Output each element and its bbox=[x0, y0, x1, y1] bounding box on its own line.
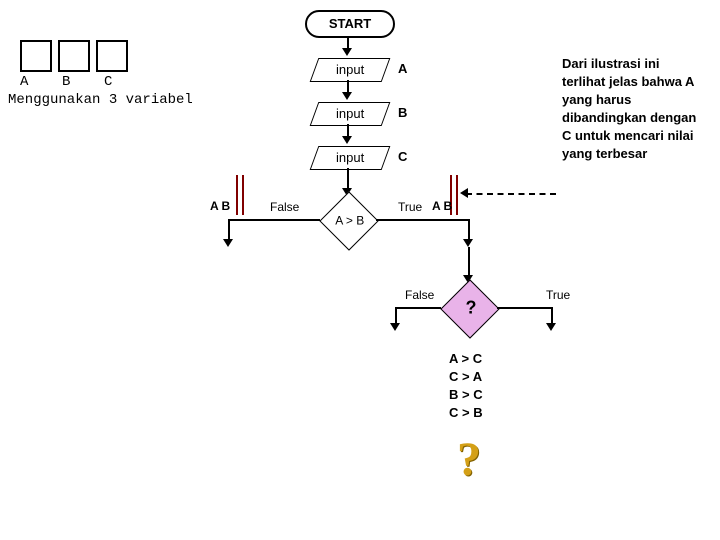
arrow-down-icon bbox=[463, 239, 473, 247]
false-label-2: False bbox=[405, 288, 434, 302]
arrow-down-icon bbox=[223, 239, 233, 247]
question-symbol: ? bbox=[451, 297, 491, 318]
arrow-down-icon bbox=[390, 323, 400, 331]
decision-question: ? bbox=[440, 279, 499, 338]
input-label: input bbox=[336, 59, 364, 81]
var-box-b bbox=[58, 40, 90, 72]
input-c-node: input bbox=[310, 146, 391, 170]
connector bbox=[347, 168, 349, 190]
var-caption: Menggunakan 3 variabel bbox=[8, 92, 193, 108]
input-a-node: input bbox=[310, 58, 391, 82]
input-b-var: B bbox=[398, 105, 407, 120]
false-label: False bbox=[270, 200, 299, 214]
connector bbox=[376, 219, 470, 221]
input-label: input bbox=[336, 103, 364, 125]
start-label: START bbox=[329, 16, 371, 31]
connector bbox=[468, 247, 470, 277]
bar-icon bbox=[236, 175, 238, 215]
illustration-note: Dari ilustrasi ini terlihat jelas bahwa … bbox=[562, 55, 702, 163]
input-c-var: C bbox=[398, 149, 407, 164]
connector bbox=[395, 307, 441, 309]
input-a-var: A bbox=[398, 61, 407, 76]
var-labels: A B C bbox=[20, 74, 112, 90]
arrow-down-icon bbox=[342, 92, 352, 100]
connector bbox=[228, 219, 230, 241]
true-label-2: True bbox=[546, 288, 570, 302]
compare-item: C > A bbox=[449, 368, 483, 386]
big-question-icon: ? bbox=[457, 432, 481, 487]
var-box-a bbox=[20, 40, 52, 72]
var-box-c bbox=[96, 40, 128, 72]
connector bbox=[497, 307, 553, 309]
arrow-down-icon bbox=[342, 136, 352, 144]
arrow-down-icon bbox=[342, 48, 352, 56]
dashed-connector bbox=[466, 193, 556, 195]
arrow-down-icon bbox=[546, 323, 556, 331]
ab-mark-right: A B bbox=[432, 199, 452, 213]
compare-item: B > C bbox=[449, 386, 483, 404]
arrow-left-icon bbox=[460, 188, 468, 198]
ab-mark-left: A B bbox=[210, 199, 230, 213]
compare-item: A > C bbox=[449, 350, 483, 368]
connector bbox=[228, 219, 320, 221]
compare-list: A > C C > A B > C C > B bbox=[449, 350, 483, 422]
compare-item: C > B bbox=[449, 404, 483, 422]
input-b-node: input bbox=[310, 102, 391, 126]
true-label: True bbox=[398, 200, 422, 214]
decision-a-gt-b: A > B bbox=[319, 191, 378, 250]
decision-label: A > B bbox=[330, 213, 370, 227]
start-node: START bbox=[305, 10, 395, 38]
connector bbox=[468, 219, 470, 241]
bar-icon bbox=[242, 175, 244, 215]
input-label: input bbox=[336, 147, 364, 169]
bar-icon bbox=[456, 175, 458, 215]
